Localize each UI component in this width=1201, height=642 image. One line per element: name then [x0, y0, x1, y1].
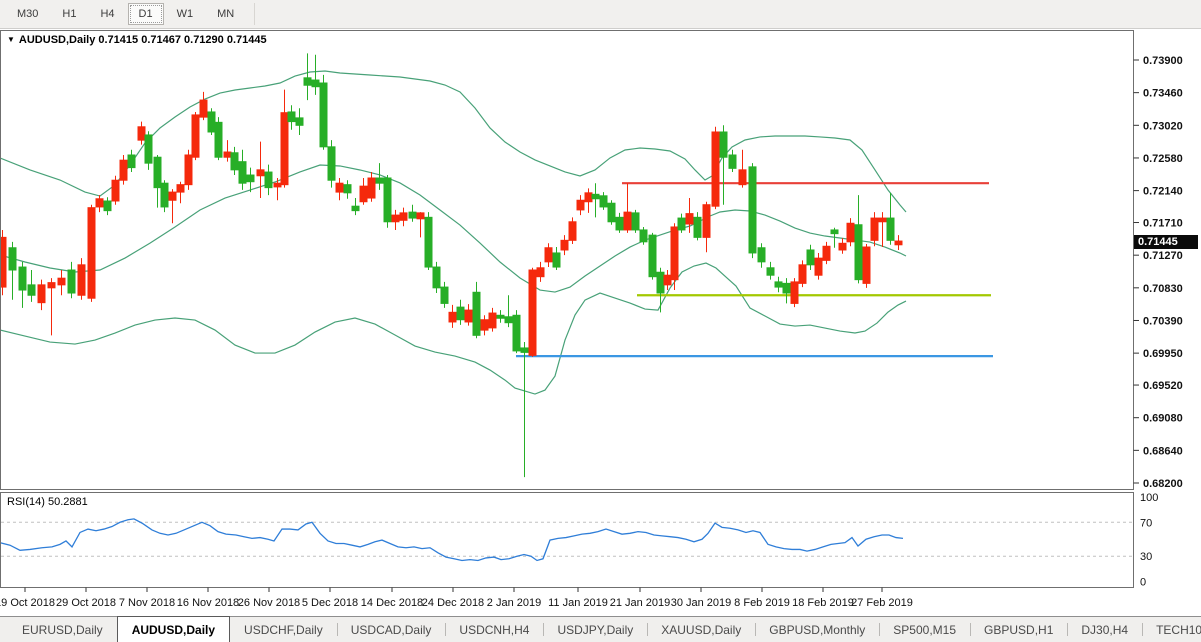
timeframe-button-h1[interactable]: H1 — [51, 3, 87, 25]
current-price-badge: 0.71445 — [1134, 235, 1198, 249]
timeframe-button-w1[interactable]: W1 — [166, 3, 205, 25]
toolbar-separator — [254, 3, 255, 25]
tab-sp500-m15[interactable]: SP500,M15 — [879, 617, 970, 642]
timeframe-button-m30[interactable]: M30 — [6, 3, 49, 25]
tab-xauusd-daily[interactable]: XAUUSD,Daily — [647, 617, 755, 642]
tab-gbpusd-h1[interactable]: GBPUSD,H1 — [970, 617, 1067, 642]
tab-tech100-h1[interactable]: TECH100,H1 — [1142, 617, 1201, 642]
tab-dj30-h4[interactable]: DJ30,H4 — [1067, 617, 1142, 642]
tab-usdchf-daily[interactable]: USDCHF,Daily — [230, 617, 337, 642]
chart-title: ▼ AUDUSD,Daily 0.71415 0.71467 0.71290 0.… — [7, 34, 267, 46]
symbol-tabs: EURUSD,DailyAUDUSD,DailyUSDCHF,DailyUSDC… — [8, 617, 1201, 642]
price-axis[interactable] — [1133, 30, 1201, 588]
time-axis[interactable] — [0, 588, 1133, 614]
timeframe-button-mn[interactable]: MN — [206, 3, 245, 25]
tab-eurusd-daily[interactable]: EURUSD,Daily — [8, 617, 117, 642]
tab-usdjpy-daily[interactable]: USDJPY,Daily — [543, 617, 647, 642]
symbol-tab-bar: EURUSD,DailyAUDUSD,DailyUSDCHF,DailyUSDC… — [0, 616, 1201, 642]
chart-canvas[interactable]: 0.739000.734600.730200.725800.721400.717… — [0, 0, 1201, 642]
tab-usdcnh-h4[interactable]: USDCNH,H4 — [445, 617, 543, 642]
symbol-dropdown-icon: ▼ — [7, 35, 15, 44]
tab-usdcad-daily[interactable]: USDCAD,Daily — [337, 617, 446, 642]
tab-gbpusd-monthly[interactable]: GBPUSD,Monthly — [755, 617, 879, 642]
rsi-indicator-label: RSI(14) 50.2881 — [7, 496, 88, 508]
timeframe-toolbar: M30H1H4D1W1MN — [0, 0, 1201, 29]
timeframe-button-d1[interactable]: D1 — [128, 3, 164, 25]
timeframe-button-group: M30H1H4D1W1MN — [5, 3, 246, 25]
timeframe-button-h4[interactable]: H4 — [89, 3, 125, 25]
chart-title-text: AUDUSD,Daily 0.71415 0.71467 0.71290 0.7… — [19, 34, 267, 46]
tab-audusd-daily[interactable]: AUDUSD,Daily — [117, 616, 230, 642]
